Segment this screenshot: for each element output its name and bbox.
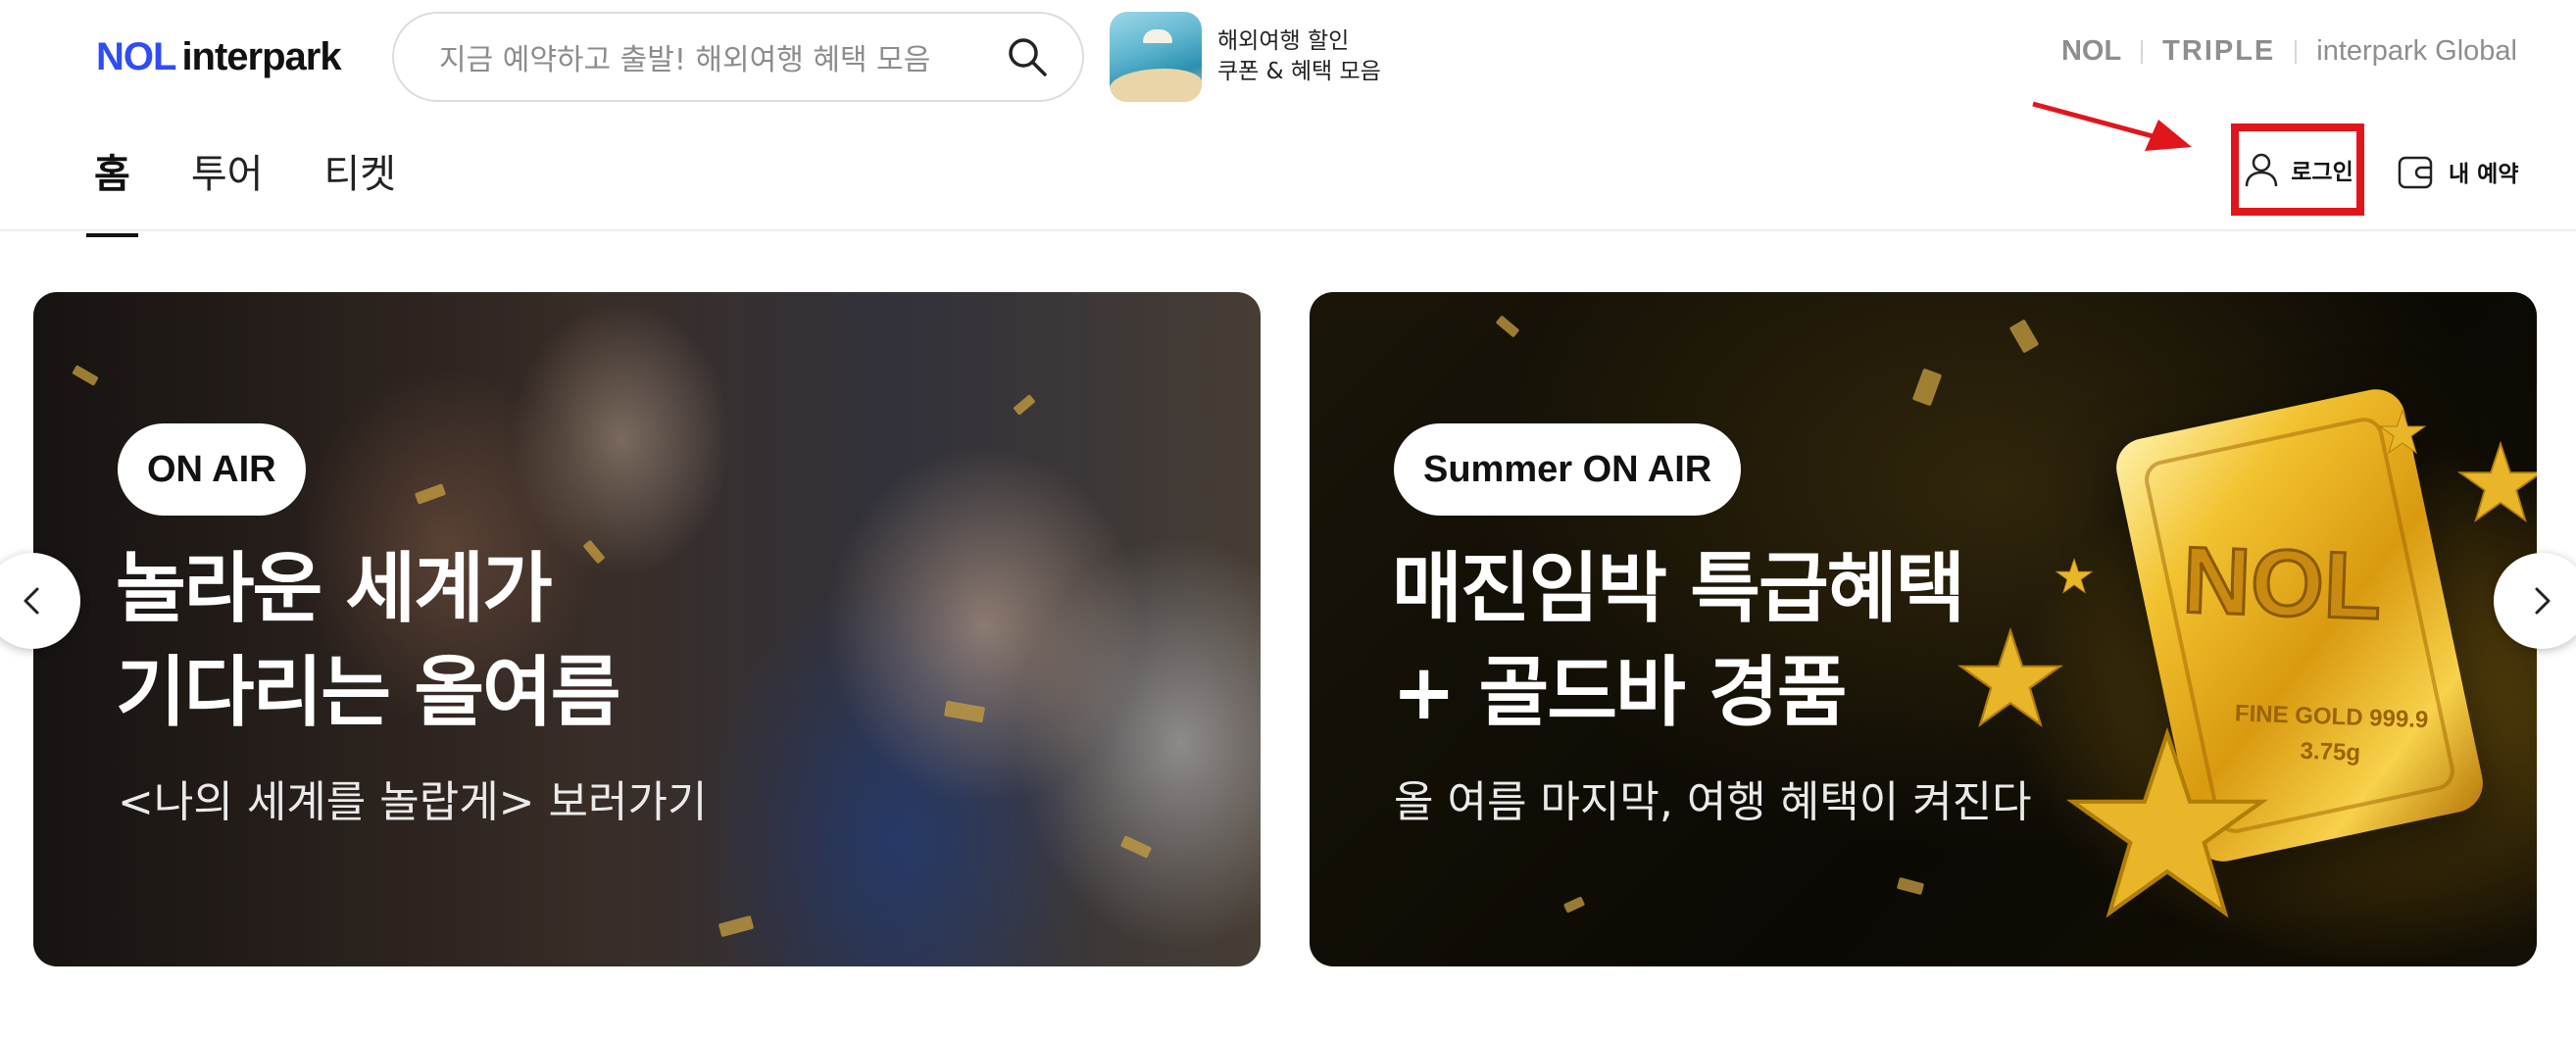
brand-link-nol[interactable]: NOL [2061,35,2121,68]
annotation-arrow-icon [2032,101,2192,151]
login-button[interactable]: 로그인 [2231,124,2364,216]
promo-line-1: 해외여행 할인 [1217,28,1350,54]
gold-star-icon [2065,726,2269,918]
promo-line-2: 쿠폰 & 혜택 모음 [1217,59,1381,84]
tab-home[interactable]: 홈 [86,145,138,237]
banner-subtitle: <나의 세계를 놀랍게> 보러가기 [118,777,708,827]
brand-link-interpark-global[interactable]: interpark Global [2316,35,2517,68]
brand-links: NOL TRIPLE interpark Global [2061,35,2517,68]
banner-title-line-1: 놀라운 세계가 [116,545,553,633]
tab-ticket[interactable]: 티켓 [316,145,404,231]
wallet-icon [2398,156,2433,189]
search-input[interactable]: 지금 예약하고 출발! 해외여행 혜택 모음 [439,35,1006,78]
banner-title: 매진임박 특급혜택 + 골드바 경품 [1392,537,1965,745]
banner-title-line-2: + 골드바 경품 [1392,649,1847,737]
chevron-left-icon [24,587,39,615]
header-divider [0,229,2576,231]
gold-star-icon [2378,408,2427,455]
banner-on-air[interactable]: ON AIR 놀라운 세계가 기다리는 올여름 <나의 세계를 놀랍게> 보러가… [33,292,1261,966]
logo-nol-text: NOL [96,34,176,78]
user-icon [2246,153,2278,187]
promo-beach-thumbnail [1110,12,1202,102]
banner-title: 놀라운 세계가 기다리는 올여름 [116,537,620,745]
tab-tour[interactable]: 투어 [183,145,272,231]
promo-overseas-coupon[interactable]: 해외여행 할인 쿠폰 & 혜택 모음 [1110,12,1381,102]
banner-subtitle: 올 여름 마지막, 여행 혜택이 켜진다 [1394,777,2032,827]
my-reservations-label: 내 예약 [2449,162,2519,187]
gold-star-icon [2456,440,2537,523]
brand-separator [2295,39,2298,64]
banner-title-line-2: 기다리는 올여름 [116,649,620,737]
banner-title-line-1: 매진임박 특급혜택 [1392,545,1965,633]
brand-separator [2141,39,2144,64]
gold-bar-mark: NOL [2180,526,2385,641]
app-root: NOL interpark 지금 예약하고 출발! 해외여행 혜택 모음 해외여… [0,0,2576,1039]
search-bar[interactable]: 지금 예약하고 출발! 해외여행 혜택 모음 [392,12,1084,102]
chevron-right-icon [2535,587,2551,615]
brand-link-triple[interactable]: TRIPLE [2162,35,2275,68]
gold-star-icon [1957,627,2064,727]
main-tabs: 홈 투어 티켓 [86,145,449,237]
gold-star-icon [2055,557,2094,594]
banner-badge: Summer ON AIR [1394,423,1742,516]
logo-interpark-text: interpark [181,34,341,78]
my-reservations-button[interactable]: 내 예약 [2396,147,2519,196]
login-label: 로그인 [2291,160,2353,185]
search-icon[interactable] [1006,35,1049,78]
promo-text: 해외여행 할인 쿠폰 & 혜택 모음 [1217,26,1381,87]
banner-summer-on-air[interactable]: NOL FINE GOLD 999.9 3.75g Summer ON AIR … [1310,292,2537,966]
banner-badge: ON AIR [118,423,306,516]
site-logo[interactable]: NOL interpark [96,27,342,86]
